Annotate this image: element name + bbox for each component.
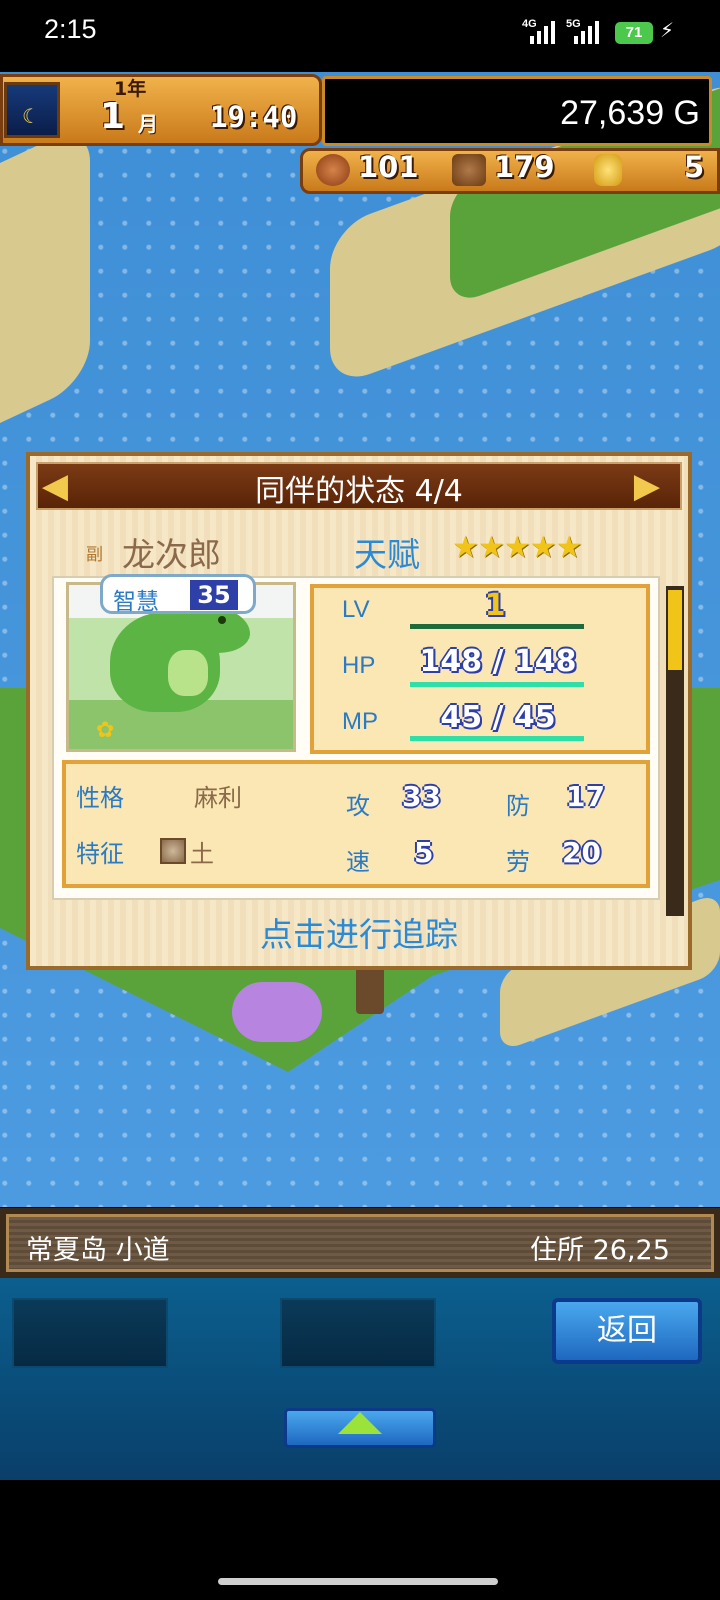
attack-value: 33 [402, 780, 441, 813]
flower-icon: ✿ [96, 718, 115, 743]
mp-value: 45 / 45 [440, 700, 556, 735]
month-number: 1 [100, 96, 126, 137]
meat-icon [316, 154, 350, 186]
location-address: 住所 26,25 [530, 1235, 670, 1266]
empty-slot-2[interactable] [280, 1298, 436, 1368]
wisdom-value: 35 [190, 580, 238, 610]
speed-label: 速 [346, 848, 370, 876]
attack-label: 攻 [346, 792, 370, 820]
dinosaur-eye [218, 616, 226, 624]
labor-label: 劳 [506, 848, 530, 876]
track-button[interactable]: 点击进行追踪 [36, 908, 682, 956]
charging-icon: ⚡ [660, 18, 675, 42]
dialog-title: 同伴的状态 4/4 [255, 474, 463, 509]
trait-value: 土 [190, 840, 214, 868]
mp-label: MP [342, 708, 378, 735]
defense-value: 17 [566, 780, 605, 813]
wood-count: 179 [494, 150, 555, 184]
mp-bar [410, 736, 584, 741]
lv-label: LV [342, 596, 370, 623]
hp-bar [410, 682, 584, 687]
battery-icon: 71 [615, 22, 653, 44]
personality-value: 麻利 [194, 784, 242, 812]
wisdom-label: 智慧 [113, 589, 159, 615]
coin-icon [594, 154, 622, 186]
talent-stars: ★★★★★ [452, 530, 582, 565]
status-clock: 2:15 [44, 14, 97, 44]
empty-slot-1[interactable] [12, 1298, 168, 1368]
moon-icon: ☾ [22, 104, 40, 128]
wood-icon [452, 154, 486, 186]
labor-value: 20 [562, 836, 601, 869]
back-button[interactable]: 返回 [552, 1298, 702, 1364]
signal-icon [530, 20, 555, 44]
companion-name: 龙次郎 [122, 535, 221, 574]
tree-cluster [232, 982, 322, 1042]
signal-icon-2 [574, 20, 599, 44]
coin-count: 5 [684, 150, 705, 184]
role-tag: 副 [86, 545, 103, 565]
defense-label: 防 [506, 792, 530, 820]
personality-label: 性格 [76, 784, 124, 812]
speed-value: 5 [414, 836, 434, 869]
hp-label: HP [342, 652, 376, 679]
food-count: 101 [358, 150, 419, 184]
talent-label: 天赋 [354, 535, 420, 574]
hp-value: 148 / 148 [419, 644, 577, 679]
up-arrow-icon [338, 1412, 382, 1434]
trait-label: 特征 [76, 840, 124, 868]
earth-icon [160, 838, 186, 864]
status-bar [0, 0, 720, 72]
month-unit: 月 [138, 112, 158, 136]
location-name: 常夏岛 小道 [26, 1235, 170, 1266]
gold-amount: 27,639 G [560, 94, 700, 132]
lv-value: 1 [484, 588, 506, 623]
game-time: 19:40 [210, 100, 298, 134]
exp-bar [410, 624, 584, 629]
dinosaur-belly [168, 650, 208, 696]
home-indicator[interactable] [218, 1578, 498, 1585]
scrollbar-thumb[interactable] [668, 590, 682, 670]
